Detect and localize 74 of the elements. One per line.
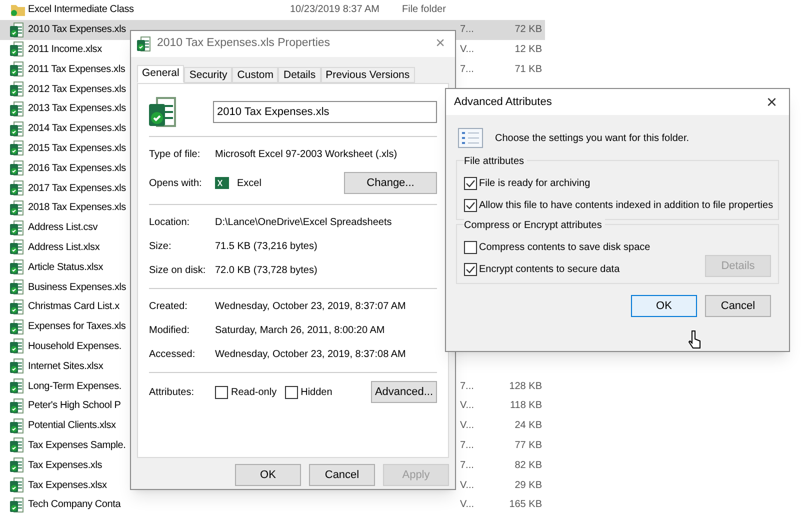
checkbox-label: File is ready for archiving [479, 177, 590, 191]
file-size: 12 KB [514, 42, 542, 57]
window-title: Advanced Attributes [454, 94, 553, 110]
file-type: 7... [460, 458, 474, 473]
checkbox-label: Encrypt contents to secure data [479, 263, 620, 277]
file-size: 165 KB [509, 498, 542, 512]
field-value: 71.5 KB (73,216 bytes) [215, 240, 318, 254]
file-date: 10/23/2019 8:37 AM [290, 3, 380, 18]
checkbox-label: Hidden [300, 386, 332, 400]
field-label: Location: [149, 216, 191, 230]
field-value: D:\Lance\OneDrive\Excel Spreadsheets [215, 216, 392, 230]
checkbox-label: Allow this file to have contents indexed in addition to file properties [479, 199, 774, 213]
file-name: 2018 Tax Expenses.xls [28, 201, 126, 216]
file-name: 2010 Tax Expenses.xls [28, 23, 126, 38]
file-type: 7... [460, 23, 474, 38]
file-name: 2012 Tax Expenses.xls [28, 82, 126, 97]
field-label: Size on disk: [149, 264, 207, 278]
field-label: Accessed: [149, 348, 196, 362]
file-name: Household Expenses. [28, 340, 122, 354]
file-name: Tax Expenses Sample. [28, 438, 126, 453]
file-name: Tax Expenses.xlsx [28, 478, 107, 493]
checkbox-label: Read-only [231, 386, 277, 400]
file-name: 2011 Income.xlsx [28, 42, 102, 57]
file-name: Business Expenses.xls [28, 280, 126, 295]
group-title: Compress or Encrypt attributes [464, 218, 605, 232]
file-type: V... [460, 419, 474, 434]
file-size: 77 KB [514, 438, 542, 453]
field-value: Wednesday, October 23, 2019, 8:37:08 AM [215, 348, 406, 362]
field-value: Saturday, March 26, 2011, 8:00:20 AM [215, 324, 385, 338]
file-size: 82 KB [514, 458, 542, 473]
field-value: Microsoft Excel 97-2003 Worksheet (.xls) [215, 148, 398, 162]
field-value: 72.0 KB (73,728 bytes) [215, 264, 318, 278]
file-name: Christmas Card List.x [28, 300, 120, 314]
file-size: 72 KB [514, 23, 542, 38]
file-name: Internet Sites.xlsx [28, 360, 104, 374]
file-type: V... [460, 478, 474, 493]
file-size: 128 KB [509, 380, 542, 394]
file-name: Expenses for Taxes.xls [28, 320, 126, 334]
field-label: Size: [149, 240, 172, 254]
file-name: 2013 Tax Expenses.xls [28, 102, 126, 116]
file-size: 24 KB [514, 419, 542, 434]
file-size: 29 KB [514, 478, 542, 493]
file-type: V... [460, 399, 474, 414]
file-type: 7... [460, 380, 474, 394]
file-name: 2017 Tax Expenses.xls [28, 182, 126, 196]
file-type: 7... [460, 438, 474, 453]
file-name: Excel Intermediate Class [28, 3, 134, 18]
field-value: Excel [237, 176, 262, 190]
field-label: Created: [149, 300, 188, 314]
field-label: Opens with: [149, 176, 203, 190]
checkbox-label: Compress contents to save disk space [479, 241, 650, 255]
file-name: Address List.xlsx [28, 240, 100, 255]
field-label: Modified: [149, 324, 191, 338]
file-name: 2011 Tax Expenses.xls [28, 62, 126, 77]
file-name: Long-Term Expenses. [28, 380, 122, 394]
file-type: V... [460, 42, 474, 57]
file-name: Peter's High School P [28, 399, 121, 414]
file-type: V... [460, 498, 474, 512]
file-name: 2015 Tax Expenses.xls [28, 142, 126, 156]
file-name: Address List.csv [28, 221, 98, 236]
file-name: 2016 Tax Expenses.xls [28, 162, 126, 176]
field-value: Wednesday, October 23, 2019, 8:37:07 AM [215, 300, 406, 314]
field-label: Type of file: [149, 148, 202, 162]
field-label: Attributes: [149, 386, 196, 400]
file-name: Tech Company Conta [28, 498, 121, 512]
file-name: Potential Clients.xlsx [28, 419, 116, 434]
file-size: 71 KB [514, 62, 542, 77]
file-size: 118 KB [510, 399, 542, 414]
file-name: Tax Expenses.xls [28, 458, 102, 473]
file-type: File folder [402, 3, 446, 18]
dialog-description: Choose the settings you want for this folder. [495, 132, 689, 146]
file-name: 2014 Tax Expenses.xls [28, 122, 126, 136]
file-name: Article Status.xlsx [28, 260, 104, 275]
file-type: 7... [460, 62, 474, 77]
